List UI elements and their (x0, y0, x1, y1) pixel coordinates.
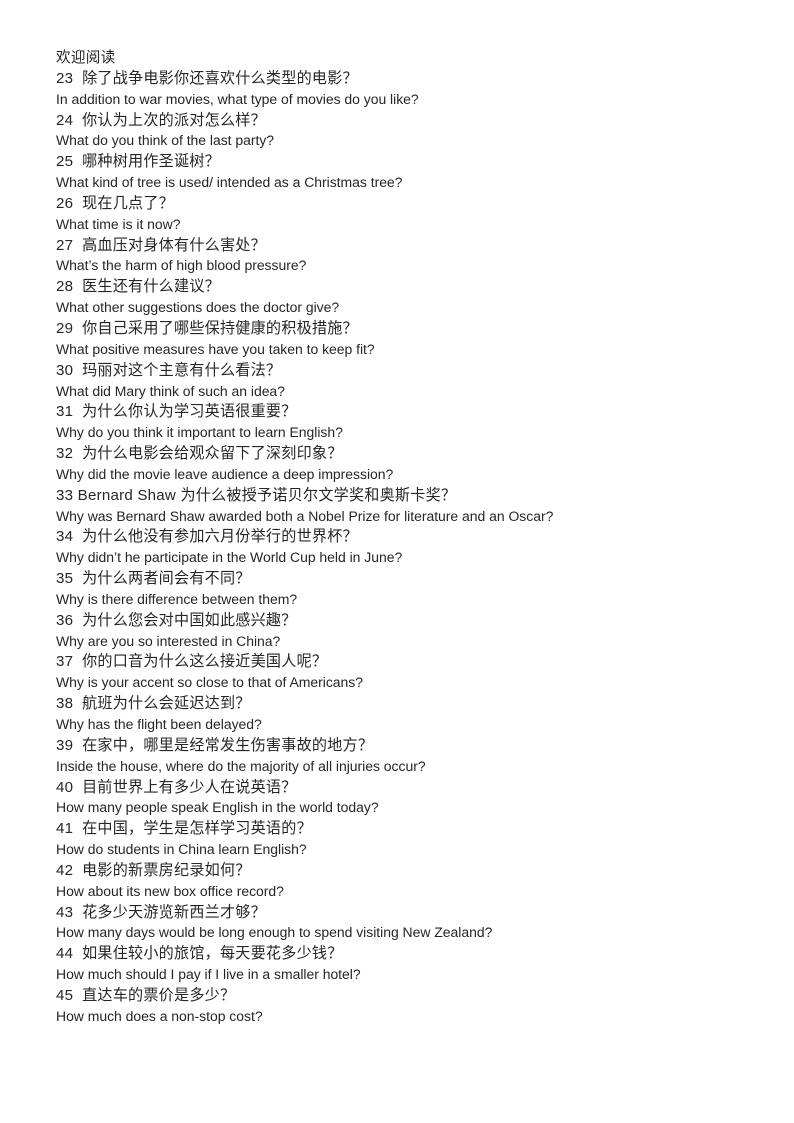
question-entry: 28 医生还有什么建议？ What other suggestions does … (56, 277, 754, 319)
question-line-zh: 43 花多少天游览新西兰才够？ (56, 903, 266, 921)
question-line-zh: 34 为什么他没有参加六月份举行的世界杯？ (56, 528, 358, 546)
question-entry: 33 Bernard Shaw 为什么被授予诺贝尔文学奖和奥斯卡奖？ Why wa… (56, 486, 754, 528)
question-entry: 31 为什么你认为学习英语很重要？ Why do you think it imp… (56, 402, 754, 444)
question-line-en: Why is there difference between them? (56, 591, 298, 608)
document-page: 欢迎阅读 23 除了战争电影你还喜欢什么类型的电影？ In addition to… (0, 0, 794, 1123)
question-entry: 40 目前世界上有多少人在说英语？ How many people speak E… (56, 778, 754, 820)
question-line-en: How do students in China learn English? (56, 842, 307, 859)
document-body: 欢迎阅读 23 除了战争电影你还喜欢什么类型的电影？ In addition to… (56, 48, 754, 1028)
question-entry: 23 除了战争电影你还喜欢什么类型的电影？ In addition to war … (56, 69, 754, 111)
question-line-zh: 28 医生还有什么建议？ (56, 278, 220, 296)
question-entry: 30 玛丽对这个主意有什么看法？ What did Mary think of s… (56, 361, 754, 403)
question-line-en: Why did the movie leave audience a deep … (56, 466, 394, 483)
question-entry: 35 为什么两者间会有不同？ Why is there difference be… (56, 569, 754, 611)
question-line-en: Why has the flight been delayed? (56, 717, 262, 733)
question-line-en: How about its new box office record? (56, 883, 284, 900)
question-entry: 27 高血压对身体有什么害处？ What’s the harm of high b… (56, 236, 754, 278)
question-entry: 36 为什么您会对中国如此感兴趣？ Why are you so interest… (56, 611, 754, 653)
question-line-en: How many people speak English in the wor… (56, 800, 379, 817)
question-line-zh: 36 为什么您会对中国如此感兴趣？ (56, 611, 297, 629)
question-line-zh: 44 如果住较小的旅馆，每天要花多少钱？ (56, 945, 343, 963)
question-line-en: What kind of tree is used/ intended as a… (56, 175, 403, 192)
question-entry: 45 直达车的票价是多少？ How much does a non-stop co… (56, 986, 754, 1028)
question-line-en: How much does a non-stop cost? (56, 1008, 263, 1025)
question-entry: 34 为什么他没有参加六月份举行的世界杯？ Why didn’t he parti… (56, 527, 754, 569)
question-line-zh: 42 电影的新票房纪录如何？ (56, 861, 251, 879)
question-entry: 39 在家中，哪里是经常发生伤害事故的地方？ Inside the house, … (56, 736, 754, 778)
question-line-zh: 33 Bernard Shaw 为什么被授予诺贝尔文学奖和奥斯卡奖？ (56, 486, 457, 504)
question-line-en: What do you think of the last party? (56, 133, 275, 150)
question-entry: 42 电影的新票房纪录如何？ How about its new box offi… (56, 861, 754, 903)
question-line-en: Why was Bernard Shaw awarded both a Nobe… (56, 508, 554, 525)
question-line-en: Why do you think it important to learn E… (56, 425, 343, 442)
question-line-zh: 45 直达车的票价是多少？ (56, 986, 236, 1004)
question-entry: 43 花多少天游览新西兰才够？ How many days would be lo… (56, 903, 754, 945)
question-line-zh: 41 在中国，学生是怎样学习英语的？ (56, 820, 312, 838)
question-line-en: Why is your accent so close to that of A… (56, 675, 363, 692)
question-entry: 26 现在几点了？ What time is it now? (56, 194, 754, 236)
question-line-zh: 35 为什么两者间会有不同？ (56, 570, 251, 588)
question-line-zh: 38 航班为什么会延迟达到？ (56, 695, 251, 713)
question-line-zh: 23 除了战争电影你还喜欢什么类型的电影？ (56, 69, 358, 87)
question-entry: 32 为什么电影会给观众留下了深刻印象？ Why did the movie le… (56, 444, 754, 486)
question-entry: 29 你自己采用了哪些保持健康的积极措施？ What positive measu… (56, 319, 754, 361)
question-list: 23 除了战争电影你还喜欢什么类型的电影？ In addition to war … (56, 69, 754, 1028)
question-line-zh: 27 高血压对身体有什么害处？ (56, 236, 266, 254)
question-line-zh: 25 哪种树用作圣诞树？ (56, 153, 220, 171)
question-line-en: In addition to war movies, what type of … (56, 91, 419, 108)
question-line-zh: 24 你认为上次的派对怎么样？ (56, 111, 266, 129)
question-line-en: How many days would be long enough to sp… (56, 925, 493, 942)
question-entry: 38 航班为什么会延迟达到？ Why has the flight been de… (56, 694, 754, 736)
question-entry: 24 你认为上次的派对怎么样？ What do you think of the … (56, 111, 754, 153)
question-entry: 37 你的口音为什么这么接近美国人呢？ Why is your accent so… (56, 652, 754, 694)
question-line-en: What’s the harm of high blood pressure? (56, 258, 307, 275)
question-line-zh: 32 为什么电影会给观众留下了深刻印象？ (56, 445, 343, 463)
question-line-en: How much should I pay if I live in a sma… (56, 967, 361, 984)
question-line-zh: 31 为什么你认为学习英语很重要？ (56, 403, 297, 421)
question-entry: 41 在中国，学生是怎样学习英语的？ How do students in Chi… (56, 819, 754, 861)
question-line-en: What time is it now? (56, 216, 181, 233)
question-line-en: What did Mary think of such an idea? (56, 383, 285, 400)
question-entry: 44 如果住较小的旅馆，每天要花多少钱？ How much should I pa… (56, 944, 754, 986)
question-line-en: What other suggestions does the doctor g… (56, 300, 340, 317)
question-line-en: Why are you so interested in China? (56, 633, 281, 650)
question-line-zh: 29 你自己采用了哪些保持健康的积极措施？ (56, 319, 358, 337)
document-heading: 欢迎阅读 (56, 50, 116, 66)
question-line-zh: 37 你的口音为什么这么接近美国人呢？ (56, 653, 328, 671)
question-line-en: Why didn’t he participate in the World C… (56, 550, 403, 567)
question-line-zh: 30 玛丽对这个主意有什么看法？ (56, 361, 282, 379)
question-line-en: Inside the house, where do the majority … (56, 758, 426, 775)
question-line-zh: 39 在家中，哪里是经常发生伤害事故的地方？ (56, 736, 374, 754)
question-line-zh: 40 目前世界上有多少人在说英语？ (56, 778, 297, 796)
question-line-en: What positive measures have you taken to… (56, 341, 375, 358)
question-line-zh: 26 现在几点了？ (56, 194, 175, 212)
question-entry: 25 哪种树用作圣诞树？ What kind of tree is used/ i… (56, 152, 754, 194)
